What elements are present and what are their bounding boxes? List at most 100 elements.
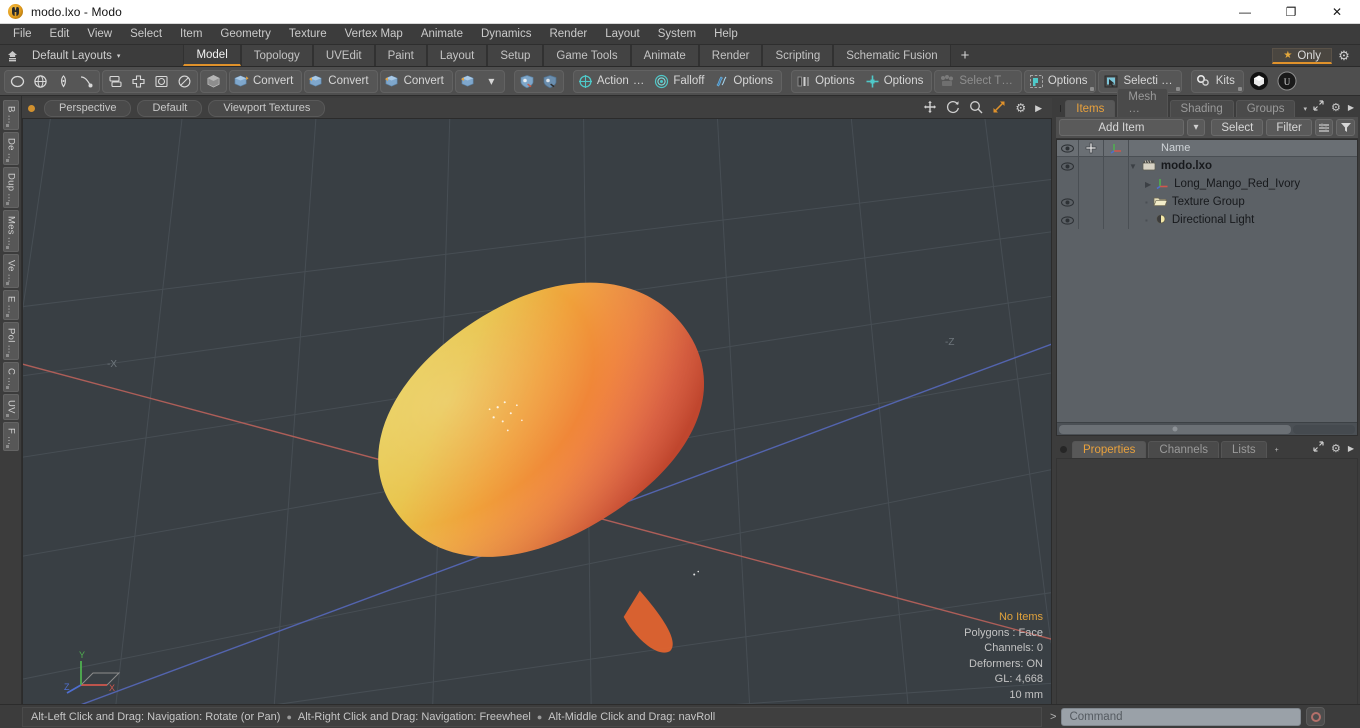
menu-render[interactable]: Render — [540, 26, 596, 42]
axis-gizmo[interactable]: Y X Z — [63, 641, 133, 703]
zoom-icon[interactable] — [969, 100, 983, 117]
table-row[interactable]: ▶ Long_Mango_Red_Ivory — [1057, 175, 1357, 193]
menu-vertex-map[interactable]: Vertex Map — [336, 26, 412, 42]
left-tab-duplicate[interactable]: Dup ... — [2, 166, 19, 208]
list-options-icon[interactable] — [1314, 119, 1334, 136]
left-tab-uv[interactable]: UV — [2, 393, 19, 420]
gear-icon[interactable]: ⚙ — [1332, 48, 1356, 64]
left-tab-vertex[interactable]: Ve ... — [2, 253, 19, 289]
close-button[interactable]: ✕ — [1314, 0, 1360, 24]
menu-edit[interactable]: Edit — [41, 26, 79, 42]
select-button[interactable]: Select — [1211, 119, 1264, 136]
menu-dynamics[interactable]: Dynamics — [472, 26, 540, 42]
chevron-right-icon[interactable]: ▶ — [1348, 444, 1354, 453]
tab-paint[interactable]: Paint — [374, 45, 427, 66]
row-name-cell[interactable]: ▪ Directional Light — [1129, 213, 1357, 228]
row-lock-cell[interactable] — [1079, 193, 1104, 211]
row-name-cell[interactable]: ▪ Texture Group — [1129, 195, 1357, 210]
filter-button[interactable]: Filter — [1266, 119, 1312, 136]
convert-button-3[interactable]: Convert — [382, 71, 451, 92]
add-layout-tab-button[interactable]: + — [951, 45, 980, 66]
row-axis-cell[interactable] — [1104, 211, 1129, 229]
action-center-button[interactable]: Action … — [575, 71, 651, 92]
menu-texture[interactable]: Texture — [280, 26, 336, 42]
table-row[interactable]: ▼ modo.lxo — [1057, 157, 1357, 175]
menu-animate[interactable]: Animate — [412, 26, 472, 42]
tab-properties[interactable]: Properties — [1072, 441, 1147, 458]
add-item-button[interactable]: Add Item — [1059, 119, 1184, 136]
convert-button-2[interactable]: Convert — [306, 71, 375, 92]
circle-primitive-icon[interactable] — [6, 71, 29, 92]
properties-panel-body[interactable] — [1056, 458, 1358, 726]
bevel-icon[interactable] — [150, 71, 173, 92]
3d-viewport[interactable]: -X -Z No Items Polygons : Face Channels:… — [22, 118, 1052, 726]
tab-items[interactable]: Items — [1065, 100, 1116, 117]
chevron-right-icon[interactable]: ▶ — [1348, 103, 1354, 112]
menu-view[interactable]: View — [78, 26, 121, 42]
menu-system[interactable]: System — [649, 26, 705, 42]
gear-icon[interactable]: ⚙ — [1331, 442, 1341, 455]
minimize-button[interactable]: — — [1222, 0, 1268, 24]
row-visibility-toggle[interactable] — [1057, 157, 1079, 175]
add-properties-tab-button[interactable]: + — [1269, 447, 1285, 458]
snapping-options-button[interactable]: Options — [793, 71, 862, 92]
row-visibility-toggle[interactable] — [1057, 193, 1079, 211]
tab-scripting[interactable]: Scripting — [762, 45, 834, 66]
selection-options-button[interactable]: Options — [1026, 71, 1095, 92]
gear-icon[interactable]: ⚙ — [1015, 101, 1026, 115]
left-tab-mesh[interactable]: Mes ... — [2, 209, 19, 252]
viewport-perspective-button[interactable]: Perspective — [44, 99, 132, 117]
menu-item[interactable]: Item — [171, 26, 211, 42]
convert-dropdown-button[interactable] — [457, 71, 480, 92]
expander-icon[interactable]: ▼ — [1129, 162, 1137, 171]
row-visibility-toggle[interactable] — [1057, 175, 1079, 193]
left-tab-curve[interactable]: C ... — [2, 361, 19, 392]
modo-badge-icon[interactable] — [1246, 71, 1272, 92]
curve-tool-icon[interactable] — [75, 71, 98, 92]
shield-dark-icon[interactable] — [539, 71, 562, 92]
pan-icon[interactable] — [923, 100, 937, 117]
table-row[interactable]: ▪ Texture Group — [1057, 193, 1357, 211]
play-arrow-icon[interactable]: ▶ — [1035, 103, 1042, 114]
tab-game-tools[interactable]: Game Tools — [543, 45, 631, 66]
only-toggle-button[interactable]: ★ Only — [1272, 47, 1332, 64]
add-item-dropdown[interactable]: ▾ — [1186, 119, 1206, 136]
tab-setup[interactable]: Setup — [487, 45, 544, 66]
left-tab-fusion[interactable]: F ... — [2, 421, 19, 451]
funnel-icon[interactable] — [1336, 119, 1355, 136]
default-layouts-dropdown[interactable]: Default Layouts ▾ — [24, 45, 128, 66]
menu-help[interactable]: Help — [705, 26, 747, 42]
tab-groups[interactable]: Groups — [1235, 100, 1296, 117]
expander-icon[interactable]: ▶ — [1145, 180, 1151, 189]
rotate-icon[interactable] — [946, 100, 960, 117]
scrollbar-track[interactable] — [1293, 424, 1355, 434]
sphere-primitive-icon[interactable] — [29, 71, 52, 92]
tab-model[interactable]: Model — [183, 45, 241, 66]
radial-icon[interactable] — [173, 71, 196, 92]
kits-button[interactable]: Kits — [1193, 71, 1242, 92]
viewport-textures-button[interactable]: Viewport Textures — [208, 99, 326, 117]
workplane-options-button[interactable]: Options — [862, 71, 931, 92]
home-layout-icon[interactable] — [0, 45, 24, 66]
scrollbar-thumb[interactable] — [1059, 424, 1291, 434]
menu-file[interactable]: File — [4, 26, 41, 42]
chevron-down-icon[interactable]: ▾ — [1297, 105, 1313, 117]
tab-animate[interactable]: Animate — [630, 45, 699, 66]
left-tab-polygon[interactable]: Pol ... — [2, 322, 19, 360]
tab-render[interactable]: Render — [698, 45, 763, 66]
row-visibility-toggle[interactable] — [1057, 211, 1079, 229]
fit-icon[interactable] — [992, 100, 1006, 117]
mesh-cube-icon[interactable] — [202, 71, 225, 92]
row-axis-cell[interactable] — [1104, 175, 1129, 193]
left-tab-basic[interactable]: B ... — [2, 100, 19, 130]
tab-channels[interactable]: Channels — [1148, 441, 1220, 458]
menu-geometry[interactable]: Geometry — [211, 26, 280, 42]
expand-icon[interactable] — [1313, 441, 1324, 455]
convert-button-1[interactable]: Convert — [231, 71, 300, 92]
cross-duplicate-icon[interactable] — [127, 71, 150, 92]
array-icon[interactable] — [104, 71, 127, 92]
maximize-button[interactable]: ❐ — [1268, 0, 1314, 24]
command-input[interactable] — [1061, 707, 1302, 726]
row-axis-cell[interactable] — [1104, 157, 1129, 175]
table-row[interactable]: ▪ Directional Light — [1057, 211, 1357, 229]
